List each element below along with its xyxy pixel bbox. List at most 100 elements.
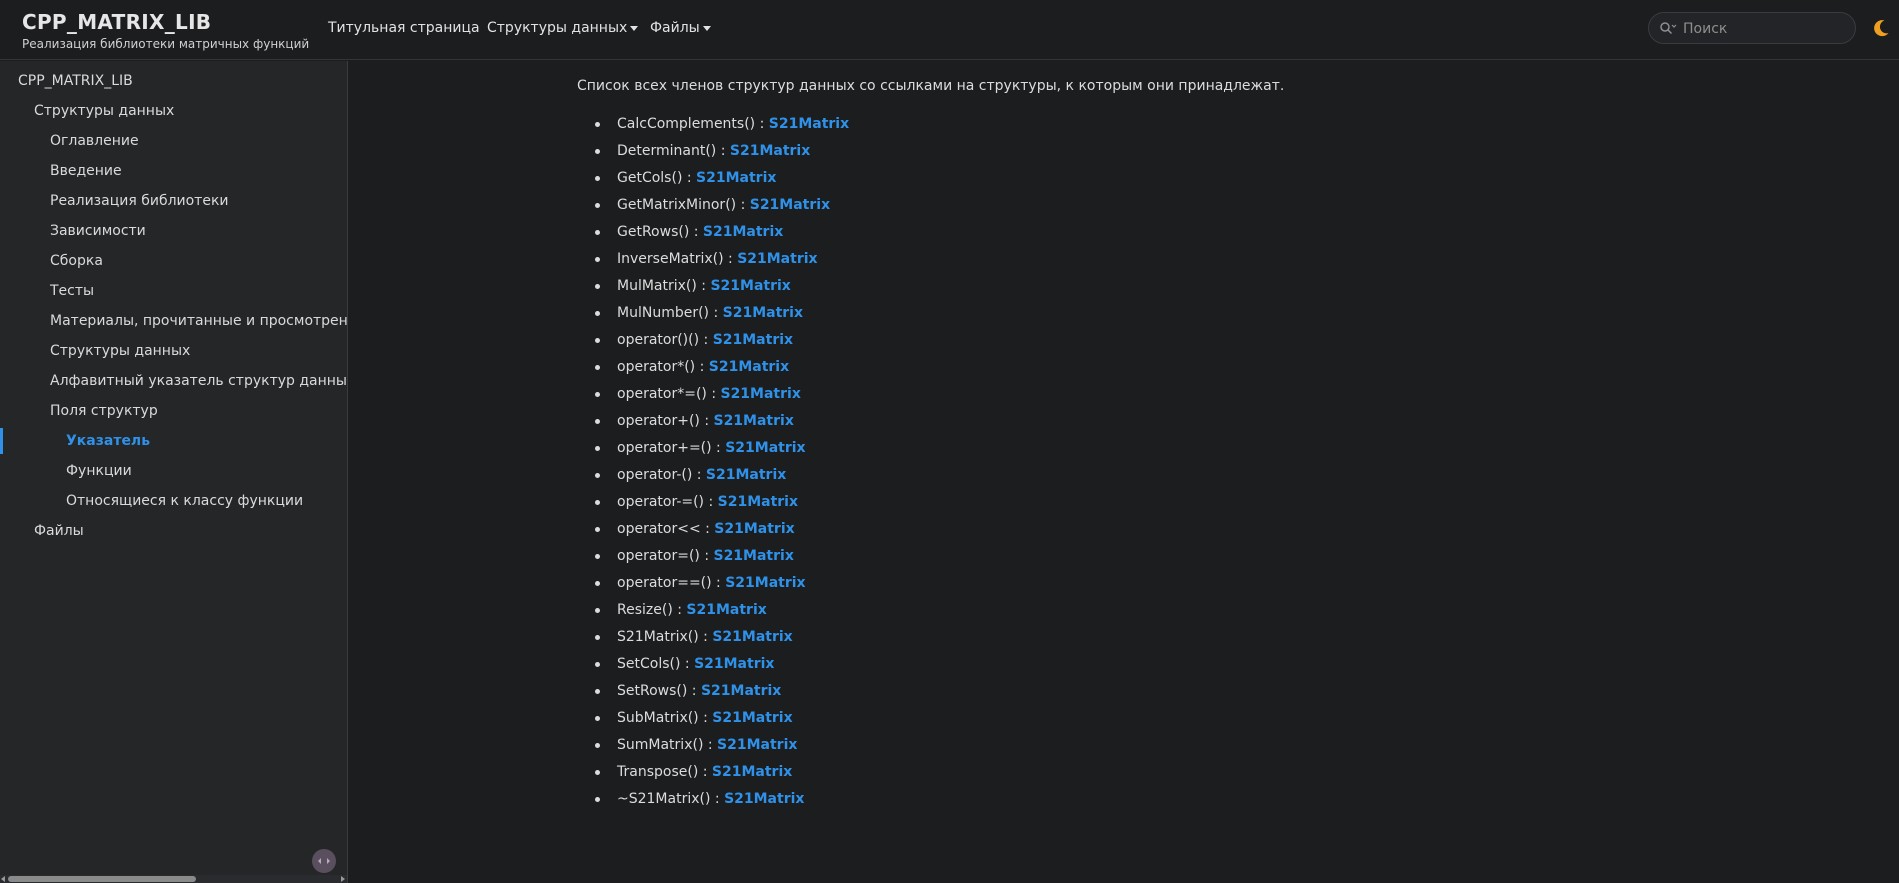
sidebar-item-contents[interactable]: Оглавление (50, 133, 139, 149)
member-class-link[interactable]: S21Matrix (713, 332, 793, 348)
member-class-link[interactable]: S21Matrix (701, 683, 781, 699)
list-item: Transpose() : S21Matrix (594, 763, 849, 790)
member-class-link[interactable]: S21Matrix (686, 602, 766, 618)
member-name: operator*=() : (617, 386, 721, 402)
top-bar: CPP_MATRIX_LIB Реализация библиотеки мат… (0, 0, 1899, 60)
menu-files[interactable]: Файлы (650, 20, 711, 36)
sidebar-item-project[interactable]: CPP_MATRIX_LIB (18, 73, 133, 89)
member-class-link[interactable]: S21Matrix (724, 791, 804, 807)
member-name: operator+=() : (617, 440, 726, 456)
member-class-link[interactable]: S21Matrix (750, 197, 830, 213)
member-name: GetCols() : (617, 170, 697, 186)
member-name: operator+() : (617, 413, 714, 429)
sidebar-item-dependencies[interactable]: Зависимости (50, 223, 146, 239)
sidebar-item-tests[interactable]: Тесты (50, 283, 94, 299)
list-item: operator-=() : S21Matrix (594, 493, 849, 520)
member-name: SetRows() : (617, 683, 701, 699)
member-name: Transpose() : (617, 764, 712, 780)
chevron-down-icon (630, 25, 639, 31)
list-item: GetMatrixMinor() : S21Matrix (594, 196, 849, 223)
member-class-link[interactable]: S21Matrix (696, 170, 776, 186)
chevron-down-icon (702, 25, 711, 31)
menu-classes-label: Структуры данных (487, 20, 628, 36)
scroll-right-arrow-icon[interactable] (341, 876, 345, 882)
sidebar-horizontal-scrollbar[interactable] (0, 875, 347, 883)
member-name: operator=() : (617, 548, 714, 564)
list-item: InverseMatrix() : S21Matrix (594, 250, 849, 277)
sidebar-item-files[interactable]: Файлы (34, 523, 84, 539)
member-name: MulNumber() : (617, 305, 723, 321)
member-class-link[interactable]: S21Matrix (713, 548, 793, 564)
sidebar-item-related-functions[interactable]: Относящиеся к классу функции (66, 493, 303, 509)
member-class-link[interactable]: S21Matrix (730, 143, 810, 159)
member-class-link[interactable]: S21Matrix (703, 224, 783, 240)
member-name: S21Matrix() : (617, 629, 713, 645)
sync-icon[interactable] (312, 849, 336, 873)
sidebar-item-implementation[interactable]: Реализация библиотеки (50, 193, 229, 209)
list-item: operator+() : S21Matrix (594, 412, 849, 439)
member-name: MulMatrix() : (617, 278, 711, 294)
menu-main-page[interactable]: Титульная страница (328, 20, 480, 36)
sidebar-item-index[interactable]: Указатель (66, 433, 150, 449)
moon-icon[interactable] (1871, 18, 1891, 38)
list-item: GetCols() : S21Matrix (594, 169, 849, 196)
member-class-link[interactable]: S21Matrix (769, 116, 849, 132)
sidebar-item-class-members[interactable]: Поля структур (50, 403, 158, 419)
member-class-link[interactable]: S21Matrix (706, 467, 786, 483)
menu-files-label: Файлы (650, 20, 700, 36)
sidebar-item-data-structures[interactable]: Структуры данных (34, 103, 174, 119)
member-class-link[interactable]: S21Matrix (712, 629, 792, 645)
member-class-link[interactable]: S21Matrix (725, 575, 805, 591)
sidebar-item-materials[interactable]: Материалы, прочитанные и просмотренные (50, 313, 347, 329)
list-item: operator()() : S21Matrix (594, 331, 849, 358)
list-item: CalcComplements() : S21Matrix (594, 115, 849, 142)
member-class-link[interactable]: S21Matrix (714, 521, 794, 537)
selection-indicator (0, 428, 3, 454)
sidebar-item-functions[interactable]: Функции (66, 463, 132, 479)
member-class-link[interactable]: S21Matrix (725, 440, 805, 456)
menu-classes[interactable]: Структуры данных (487, 20, 639, 36)
member-name: Resize() : (617, 602, 687, 618)
scroll-left-arrow-icon[interactable] (1, 876, 5, 882)
member-class-link[interactable]: S21Matrix (720, 386, 800, 402)
list-item: MulMatrix() : S21Matrix (594, 277, 849, 304)
sidebar: CPP_MATRIX_LIB Структуры данных Оглавлен… (0, 61, 348, 883)
member-class-link[interactable]: S21Matrix (717, 737, 797, 753)
member-name: GetMatrixMinor() : (617, 197, 750, 213)
intro-text: Список всех членов структур данных со сс… (577, 78, 1285, 94)
search-input[interactable] (1681, 18, 1850, 40)
member-class-link[interactable]: S21Matrix (694, 656, 774, 672)
search-icon[interactable] (1659, 21, 1677, 35)
list-item: operator==() : S21Matrix (594, 574, 849, 601)
sidebar-item-class-index[interactable]: Алфавитный указатель структур данных (50, 373, 347, 389)
member-class-link[interactable]: S21Matrix (712, 764, 792, 780)
member-class-link[interactable]: S21Matrix (723, 305, 803, 321)
list-item: operator+=() : S21Matrix (594, 439, 849, 466)
list-item: GetRows() : S21Matrix (594, 223, 849, 250)
member-name: operator<< : (617, 521, 715, 537)
list-item: operator*() : S21Matrix (594, 358, 849, 385)
member-class-link[interactable]: S21Matrix (709, 359, 789, 375)
list-item: SetCols() : S21Matrix (594, 655, 849, 682)
list-item: operator<< : S21Matrix (594, 520, 849, 547)
list-item: SetRows() : S21Matrix (594, 682, 849, 709)
list-item: operator=() : S21Matrix (594, 547, 849, 574)
member-class-link[interactable]: S21Matrix (713, 413, 793, 429)
member-class-link[interactable]: S21Matrix (712, 710, 792, 726)
member-name: Determinant() : (617, 143, 730, 159)
list-item: S21Matrix() : S21Matrix (594, 628, 849, 655)
list-item: Determinant() : S21Matrix (594, 142, 849, 169)
list-item: Resize() : S21Matrix (594, 601, 849, 628)
project-brief: Реализация библиотеки матричных функций (22, 37, 310, 51)
member-class-link[interactable]: S21Matrix (737, 251, 817, 267)
project-name[interactable]: CPP_MATRIX_LIB (22, 10, 211, 34)
scrollbar-thumb[interactable] (8, 876, 196, 882)
sidebar-item-build[interactable]: Сборка (50, 253, 103, 269)
member-class-link[interactable]: S21Matrix (710, 278, 790, 294)
sidebar-item-introduction[interactable]: Введение (50, 163, 122, 179)
member-name: SetCols() : (617, 656, 695, 672)
sidebar-item-classes[interactable]: Структуры данных (50, 343, 190, 359)
search-box[interactable] (1648, 12, 1856, 44)
member-name: operator()() : (617, 332, 713, 348)
member-class-link[interactable]: S21Matrix (718, 494, 798, 510)
